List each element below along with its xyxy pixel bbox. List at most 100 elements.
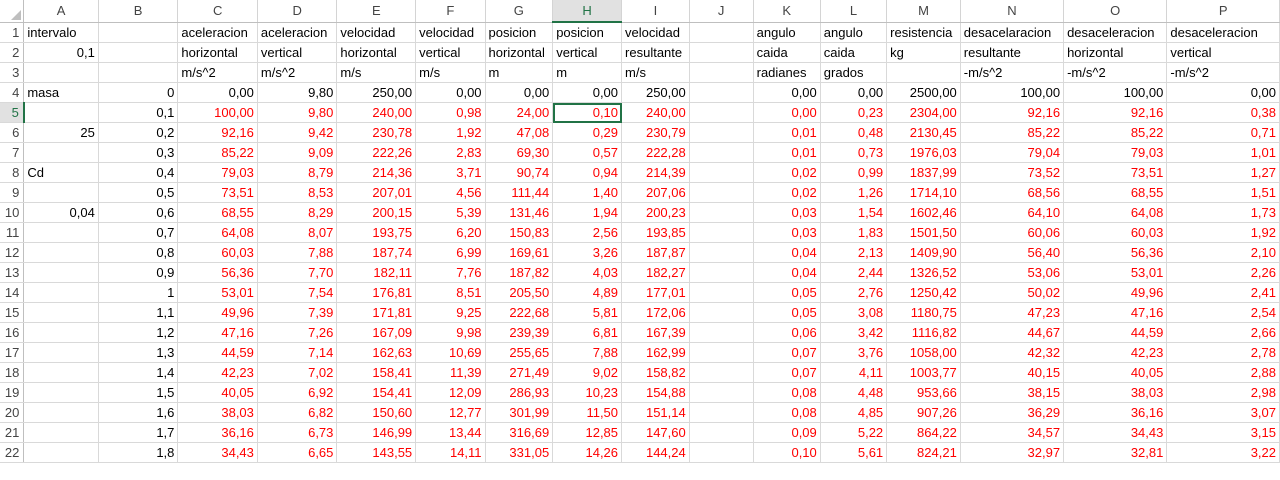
cell-d14[interactable]: 7,54	[257, 282, 338, 303]
cell-a20[interactable]	[23, 402, 99, 423]
cell-b14[interactable]: 1	[98, 282, 179, 303]
cell-k2[interactable]: caida	[753, 42, 821, 63]
cell-d12[interactable]: 7,88	[257, 242, 338, 263]
cell-l4[interactable]: 0,00	[820, 82, 888, 103]
cell-l13[interactable]: 2,44	[820, 262, 888, 283]
cell-g12[interactable]: 169,61	[485, 242, 554, 263]
cell-l5[interactable]: 0,23	[820, 102, 888, 123]
cell-j7[interactable]	[689, 142, 754, 163]
cell-l22[interactable]: 5,61	[820, 442, 888, 463]
cell-e17[interactable]: 162,63	[336, 342, 417, 363]
cell-h21[interactable]: 12,85	[552, 422, 623, 443]
cell-j2[interactable]	[689, 42, 754, 63]
cell-i3[interactable]: m/s	[621, 62, 690, 83]
cell-l19[interactable]: 4,48	[820, 382, 888, 403]
cell-l21[interactable]: 5,22	[820, 422, 888, 443]
cell-e8[interactable]: 214,36	[336, 162, 417, 183]
cell-n22[interactable]: 32,97	[960, 442, 1065, 463]
cell-m4[interactable]: 2500,00	[886, 82, 961, 103]
cell-f3[interactable]: m/s	[415, 62, 486, 83]
cell-p16[interactable]: 2,66	[1166, 322, 1280, 343]
cell-p4[interactable]: 0,00	[1166, 82, 1280, 103]
cell-i11[interactable]: 193,85	[621, 222, 690, 243]
cell-p19[interactable]: 2,98	[1166, 382, 1280, 403]
cell-p21[interactable]: 3,15	[1166, 422, 1280, 443]
cell-j11[interactable]	[689, 222, 754, 243]
cell-c14[interactable]: 53,01	[177, 282, 258, 303]
cell-j18[interactable]	[689, 362, 754, 383]
cell-p1[interactable]: desaceleracion	[1166, 22, 1280, 43]
cell-a5[interactable]	[23, 102, 99, 123]
cell-g14[interactable]: 205,50	[485, 282, 554, 303]
cell-f7[interactable]: 2,83	[415, 142, 486, 163]
cell-m5[interactable]: 2304,00	[886, 102, 961, 123]
cell-m13[interactable]: 1326,52	[886, 262, 961, 283]
cell-m7[interactable]: 1976,03	[886, 142, 961, 163]
cell-o11[interactable]: 60,03	[1063, 222, 1168, 243]
cell-d16[interactable]: 7,26	[257, 322, 338, 343]
cell-n8[interactable]: 73,52	[960, 162, 1065, 183]
cell-g2[interactable]: horizontal	[485, 42, 554, 63]
cell-o8[interactable]: 73,51	[1063, 162, 1168, 183]
cell-g17[interactable]: 255,65	[485, 342, 554, 363]
column-header-a[interactable]: A	[23, 0, 99, 23]
cell-a13[interactable]	[23, 262, 99, 283]
cell-g1[interactable]: posicion	[485, 22, 554, 43]
cell-h8[interactable]: 0,94	[552, 162, 623, 183]
cell-h20[interactable]: 11,50	[552, 402, 623, 423]
cell-a7[interactable]	[23, 142, 99, 163]
cell-h16[interactable]: 6,81	[552, 322, 623, 343]
cell-j21[interactable]	[689, 422, 754, 443]
cell-o13[interactable]: 53,01	[1063, 262, 1168, 283]
row-header-11[interactable]: 11	[0, 222, 25, 243]
cell-d19[interactable]: 6,92	[257, 382, 338, 403]
cell-d17[interactable]: 7,14	[257, 342, 338, 363]
cell-n21[interactable]: 34,57	[960, 422, 1065, 443]
cell-i20[interactable]: 151,14	[621, 402, 690, 423]
cell-k7[interactable]: 0,01	[753, 142, 821, 163]
cell-o2[interactable]: horizontal	[1063, 42, 1168, 63]
column-header-f[interactable]: F	[415, 0, 486, 23]
cell-l10[interactable]: 1,54	[820, 202, 888, 223]
cell-c13[interactable]: 56,36	[177, 262, 258, 283]
cell-a17[interactable]	[23, 342, 99, 363]
cell-o21[interactable]: 34,43	[1063, 422, 1168, 443]
cell-e2[interactable]: horizontal	[336, 42, 417, 63]
cell-a14[interactable]	[23, 282, 99, 303]
cell-a18[interactable]	[23, 362, 99, 383]
cell-f9[interactable]: 4,56	[415, 182, 486, 203]
cell-c22[interactable]: 34,43	[177, 442, 258, 463]
cell-i14[interactable]: 177,01	[621, 282, 690, 303]
cell-b6[interactable]: 0,2	[98, 122, 179, 143]
cell-l7[interactable]: 0,73	[820, 142, 888, 163]
cell-i4[interactable]: 250,00	[621, 82, 690, 103]
cell-b22[interactable]: 1,8	[98, 442, 179, 463]
cell-p9[interactable]: 1,51	[1166, 182, 1280, 203]
cell-i21[interactable]: 147,60	[621, 422, 690, 443]
cell-d7[interactable]: 9,09	[257, 142, 338, 163]
cell-p10[interactable]: 1,73	[1166, 202, 1280, 223]
cell-o9[interactable]: 68,55	[1063, 182, 1168, 203]
cell-d8[interactable]: 8,79	[257, 162, 338, 183]
cell-c3[interactable]: m/s^2	[177, 62, 258, 83]
cell-f18[interactable]: 11,39	[415, 362, 486, 383]
cell-g19[interactable]: 286,93	[485, 382, 554, 403]
cell-n18[interactable]: 40,15	[960, 362, 1065, 383]
cell-f5[interactable]: 0,98	[415, 102, 486, 123]
cell-i12[interactable]: 187,87	[621, 242, 690, 263]
row-header-20[interactable]: 20	[0, 402, 25, 423]
row-header-15[interactable]: 15	[0, 302, 25, 323]
cell-p22[interactable]: 3,22	[1166, 442, 1280, 463]
cell-o20[interactable]: 36,16	[1063, 402, 1168, 423]
cell-f2[interactable]: vertical	[415, 42, 486, 63]
cell-o4[interactable]: 100,00	[1063, 82, 1168, 103]
cell-m18[interactable]: 1003,77	[886, 362, 961, 383]
cell-m12[interactable]: 1409,90	[886, 242, 961, 263]
cell-c1[interactable]: aceleracion	[177, 22, 258, 43]
cell-j17[interactable]	[689, 342, 754, 363]
cell-d22[interactable]: 6,65	[257, 442, 338, 463]
cell-p6[interactable]: 0,71	[1166, 122, 1280, 143]
cell-o19[interactable]: 38,03	[1063, 382, 1168, 403]
cell-c10[interactable]: 68,55	[177, 202, 258, 223]
cell-o12[interactable]: 56,36	[1063, 242, 1168, 263]
